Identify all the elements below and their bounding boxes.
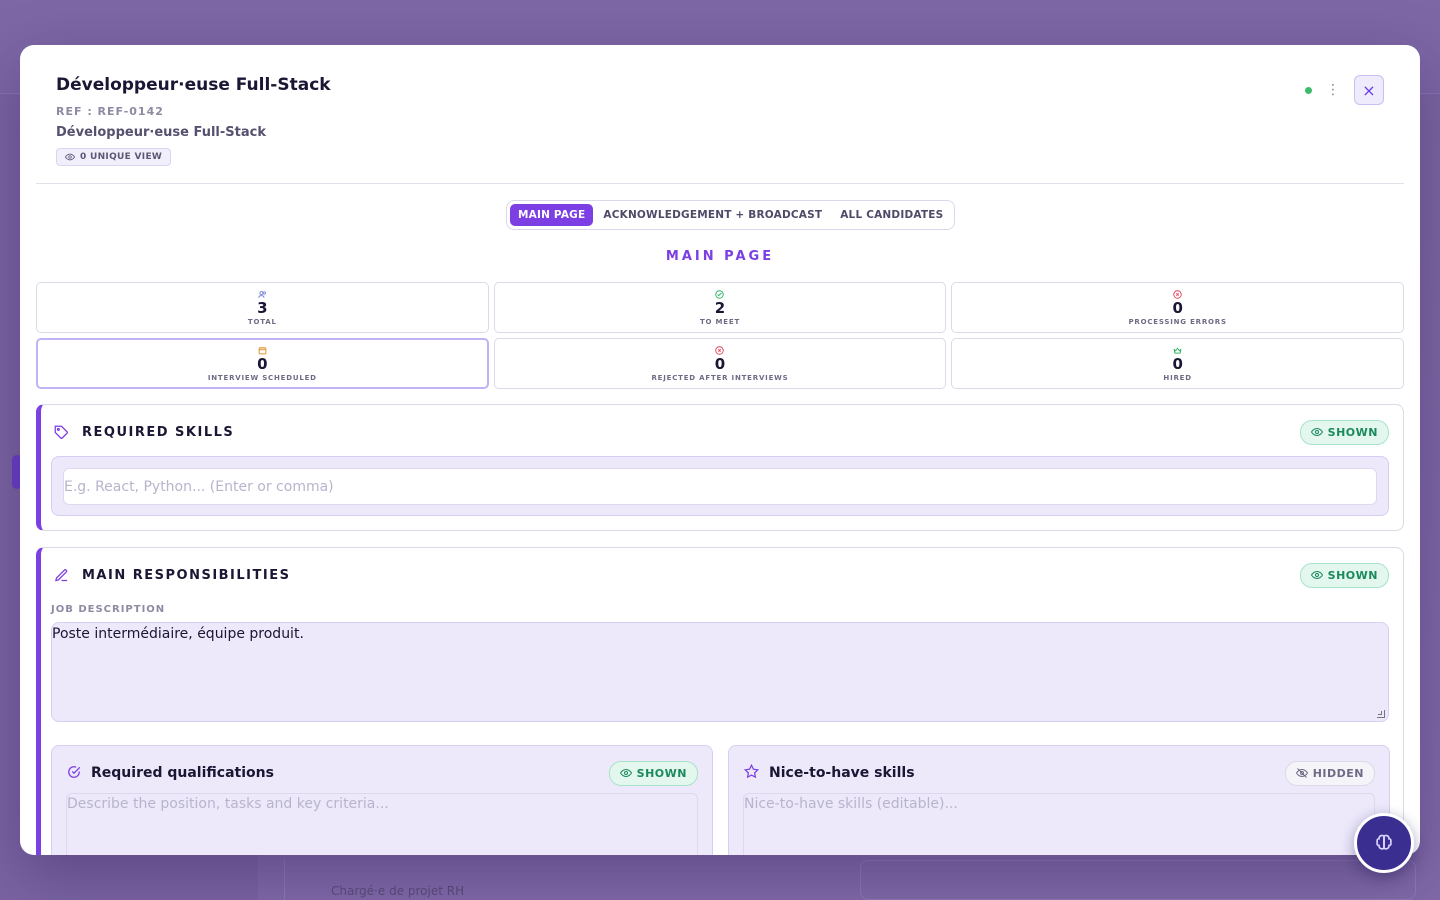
stat-to-meet[interactable]: 2 TO MEET: [493, 282, 947, 333]
stat-processing-errors[interactable]: 0 PROCESSING ERRORS: [951, 282, 1404, 333]
check-circle-icon: [67, 764, 81, 783]
users-icon: [258, 290, 267, 299]
job-description-label: JOB DESCRIPTION: [51, 604, 166, 615]
stat-value: 0: [1172, 354, 1183, 373]
background-divider: [284, 860, 285, 900]
tag-icon: [53, 424, 69, 440]
stat-value: 0: [714, 354, 726, 373]
stat-label: HIRED: [1163, 373, 1192, 382]
pencil-icon: [53, 567, 69, 583]
visibility-label: SHOWN: [1327, 425, 1378, 439]
stats-grid: 3 TOTAL 2 TO MEET 0 PROCESSING ERRORS 0 …: [36, 282, 1404, 389]
responsibilities-header: MAIN RESPONSIBILITIES SHOWN: [53, 562, 1389, 588]
nice-to-have-card: Nice-to-have skills HIDDEN: [728, 745, 1390, 855]
stat-interview-scheduled[interactable]: 0 INTERVIEW SCHEDULED: [36, 338, 489, 389]
assistant-button[interactable]: [1354, 813, 1414, 873]
calendar-icon: [258, 346, 267, 355]
more-options-icon[interactable]: ⋮: [1326, 83, 1340, 97]
close-button[interactable]: ×: [1354, 75, 1384, 105]
visibility-label: SHOWN: [636, 766, 687, 780]
job-subtitle: Développeur·euse Full-Stack: [56, 125, 266, 140]
job-modal: Développeur·euse Full-Stack REF : REF-01…: [20, 45, 1420, 855]
required-skills-card: REQUIRED SKILLS SHOWN: [36, 404, 1404, 531]
eye-icon: [1310, 427, 1323, 437]
stat-value: 2: [714, 298, 726, 317]
nice-to-have-header: Nice-to-have skills HIDDEN: [743, 760, 1375, 786]
responsibilities-title: MAIN RESPONSIBILITIES: [82, 567, 291, 583]
section-title: MAIN PAGE: [665, 249, 775, 264]
stat-hired[interactable]: 0 HIRED: [951, 338, 1404, 389]
eye-icon: [1310, 570, 1323, 580]
tab-main-page[interactable]: MAIN PAGE: [510, 204, 594, 226]
stat-label: PROCESSING ERRORS: [1128, 317, 1227, 326]
eye-icon: [619, 768, 632, 778]
stat-value: 0: [257, 354, 268, 373]
x-circle-icon: [715, 345, 725, 355]
stat-rejected-after-interviews[interactable]: 0 REJECTED AFTER INTERVIEWS: [493, 338, 947, 389]
unique-views-badge: 0 UNIQUE VIEW: [56, 148, 172, 166]
qualifications-title: Required qualifications: [91, 765, 274, 781]
unique-views-label: 0 UNIQUE VIEW: [80, 152, 163, 162]
qualifications-header: Required qualifications SHOWN: [67, 760, 698, 786]
responsibilities-card: MAIN RESPONSIBILITIES SHOWN JOB DESCRIPT…: [36, 547, 1404, 855]
required-skills-header: REQUIRED SKILLS SHOWN: [53, 419, 1389, 445]
qualifications-textarea[interactable]: [66, 793, 698, 855]
check-circle-icon: [715, 289, 725, 299]
brain-icon: [1376, 834, 1392, 850]
nice-to-have-textarea[interactable]: [743, 793, 1375, 855]
modal-title: Développeur·euse Full-Stack: [56, 75, 331, 95]
job-description-textarea[interactable]: Poste intermédiaire, équipe produit.: [51, 622, 1389, 722]
header-divider: [36, 183, 1404, 184]
eye-off-icon: [1295, 768, 1308, 778]
visibility-label: HIDDEN: [1312, 766, 1364, 780]
resize-handle[interactable]: [1377, 710, 1385, 718]
visibility-toggle-shown[interactable]: SHOWN: [1299, 419, 1389, 445]
modal-header: Développeur·euse Full-Stack REF : REF-01…: [56, 75, 1384, 166]
tab-all-candidates[interactable]: ALL CANDIDATES: [832, 204, 951, 226]
visibility-toggle-shown[interactable]: SHOWN: [1299, 562, 1389, 588]
header-actions: ⋮ ×: [1305, 75, 1384, 105]
skills-input[interactable]: [63, 468, 1377, 505]
crown-icon: [1173, 346, 1182, 355]
skills-input-wrapper: [51, 456, 1389, 516]
background-card: [860, 860, 1416, 900]
required-skills-title: REQUIRED SKILLS: [82, 424, 235, 440]
job-ref: REF : REF-0142: [56, 105, 164, 118]
nice-to-have-title: Nice-to-have skills: [769, 765, 915, 781]
status-dot: [1305, 86, 1312, 94]
close-icon: ×: [1362, 80, 1376, 100]
background-footer-text: Chargé·e de projet RH: [331, 884, 465, 898]
eye-icon: [65, 153, 75, 161]
x-circle-icon: [1173, 289, 1182, 299]
stat-label: REJECTED AFTER INTERVIEWS: [651, 373, 789, 382]
stat-value: 3: [257, 298, 268, 317]
star-icon: [743, 763, 760, 783]
stat-label: TO MEET: [699, 317, 741, 326]
visibility-toggle-shown[interactable]: SHOWN: [608, 760, 698, 786]
stat-total[interactable]: 3 TOTAL: [36, 282, 489, 333]
visibility-label: SHOWN: [1327, 568, 1378, 582]
stat-label: TOTAL: [247, 317, 277, 326]
tab-acknowledgement-broadcast[interactable]: ACKNOWLEDGEMENT + BROADCAST: [595, 204, 830, 226]
stat-value: 0: [1172, 298, 1183, 317]
qualifications-card: Required qualifications SHOWN: [51, 745, 713, 855]
stat-label: INTERVIEW SCHEDULED: [207, 373, 317, 382]
tab-bar: MAIN PAGE ACKNOWLEDGEMENT + BROADCAST AL…: [506, 200, 956, 230]
visibility-toggle-hidden[interactable]: HIDDEN: [1284, 760, 1375, 786]
job-description-value: Poste intermédiaire, équipe produit.: [52, 626, 304, 642]
